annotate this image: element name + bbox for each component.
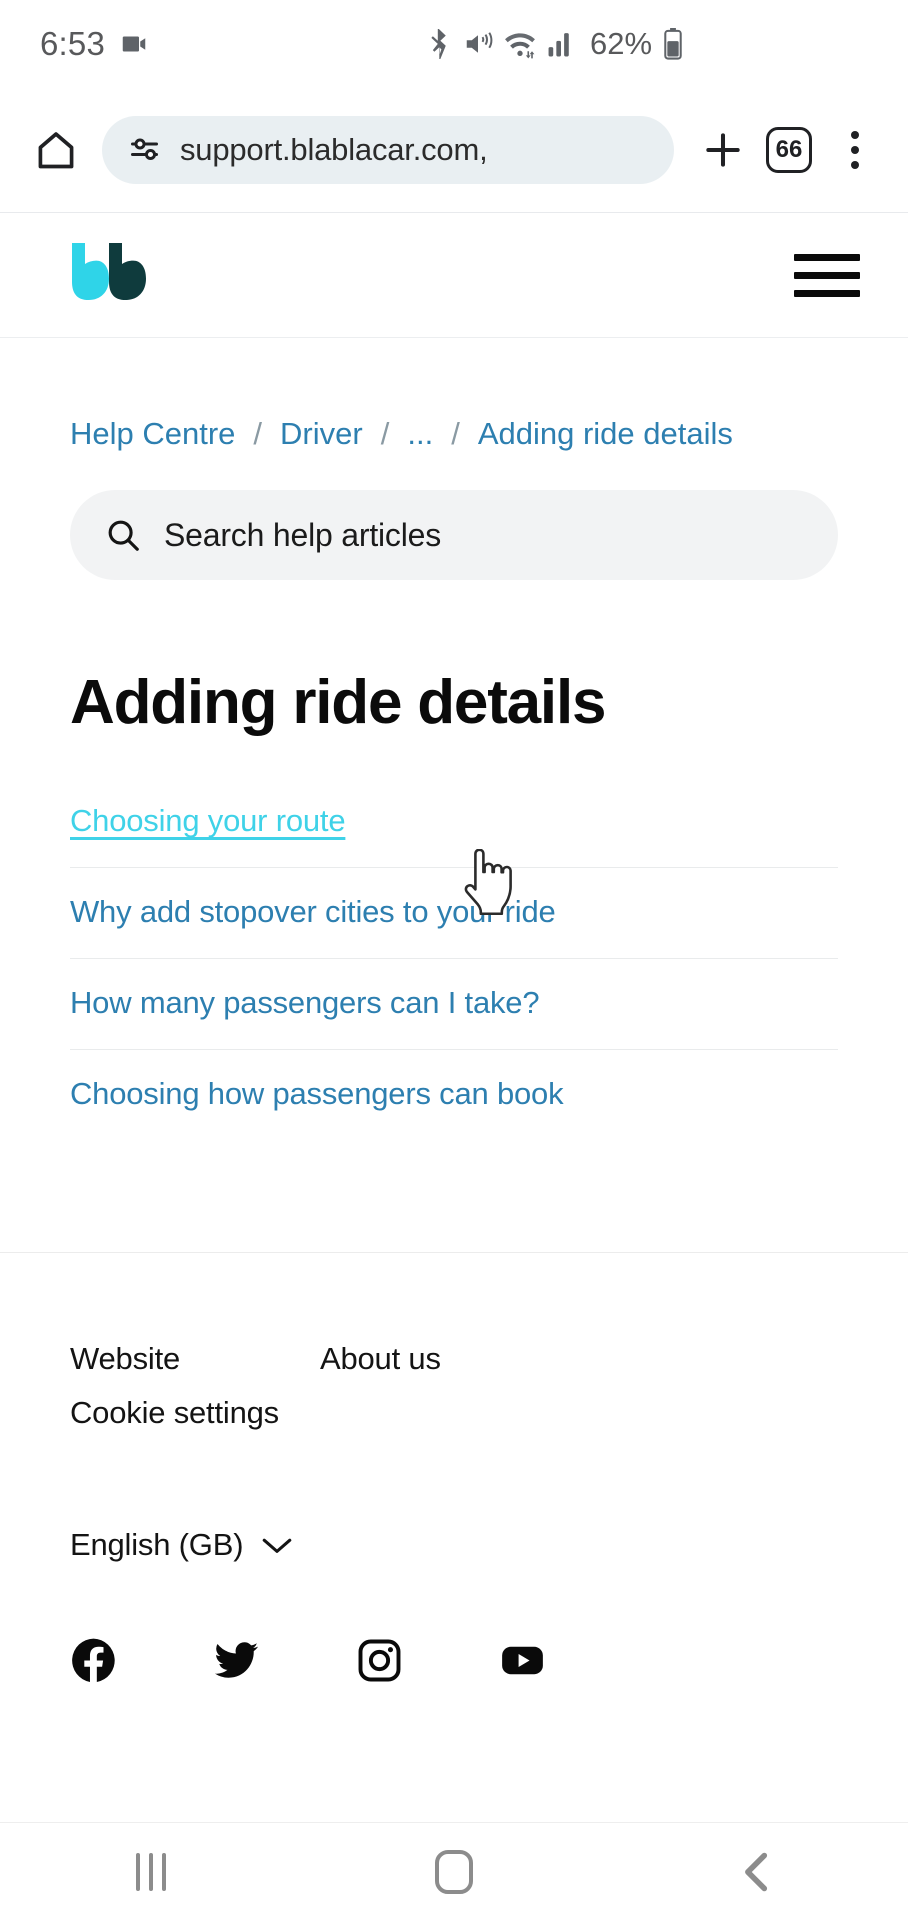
status-bar-right: 62% — [426, 26, 683, 62]
list-item[interactable]: How many passengers can I take? — [70, 959, 838, 1051]
search-section: Search help articles — [0, 452, 908, 580]
breadcrumb-separator: / — [253, 416, 263, 451]
article-link-choosing-your-route[interactable]: Choosing your route — [70, 803, 346, 838]
language-label: English (GB) — [70, 1527, 244, 1563]
page-title: Adding ride details — [70, 668, 606, 737]
footer-links: Website About us Cookie settings — [70, 1341, 630, 1431]
status-bar-clock: 6:53 — [40, 25, 106, 62]
new-tab-icon[interactable] — [692, 119, 754, 181]
home-button[interactable] — [394, 1823, 514, 1920]
home-icon[interactable] — [22, 116, 90, 184]
site-header — [0, 213, 908, 338]
recents-button[interactable] — [91, 1823, 211, 1920]
language-selector[interactable]: English (GB) — [70, 1527, 838, 1563]
search-icon — [104, 516, 142, 554]
article-link-how-passengers-book[interactable]: Choosing how passengers can book — [70, 1076, 564, 1111]
footer-link-website[interactable]: Website — [70, 1341, 320, 1377]
article-link-how-many-passengers[interactable]: How many passengers can I take? — [70, 985, 540, 1020]
battery-percent-label: 62% — [590, 26, 653, 61]
twitter-icon[interactable] — [213, 1637, 356, 1684]
breadcrumb-item-current: Adding ride details — [477, 416, 733, 451]
cellular-signal-icon — [547, 30, 575, 58]
mute-vibrate-icon — [463, 29, 493, 59]
youtube-icon[interactable] — [499, 1637, 642, 1684]
instagram-icon[interactable] — [356, 1637, 499, 1684]
search-input[interactable]: Search help articles — [70, 490, 838, 580]
android-status-bar: 6:53 62% — [0, 0, 908, 88]
site-settings-icon[interactable] — [128, 132, 164, 168]
article-list: Choosing your route Why add stopover cit… — [0, 735, 908, 1140]
page-body: Help Centre / Driver / ... / Adding ride… — [0, 338, 908, 1685]
tab-switcher-button[interactable]: 66 — [758, 119, 820, 181]
url-text: support.blablacar.com, — [180, 132, 488, 167]
bluetooth-icon — [426, 29, 452, 59]
android-nav-bar — [0, 1822, 908, 1920]
browser-toolbar: support.blablacar.com, 66 — [0, 88, 908, 213]
list-item[interactable]: Why add stopover cities to your ride — [70, 868, 838, 960]
blablacar-logo[interactable] — [66, 240, 146, 311]
breadcrumb-item-help-centre[interactable]: Help Centre — [70, 416, 235, 452]
breadcrumb-separator: / — [451, 416, 460, 451]
chevron-down-icon[interactable] — [261, 1535, 293, 1555]
battery-icon — [663, 28, 683, 60]
wifi-icon — [504, 29, 536, 59]
video-recording-icon — [119, 29, 149, 59]
tab-count-label: 66 — [766, 127, 812, 173]
more-options-icon[interactable] — [824, 119, 886, 181]
social-links — [70, 1637, 838, 1684]
site-footer: Website About us Cookie settings English… — [0, 1253, 908, 1685]
footer-link-about-us[interactable]: About us — [320, 1341, 441, 1377]
list-item[interactable]: Choosing how passengers can book — [70, 1050, 838, 1140]
hamburger-menu-icon[interactable] — [794, 246, 860, 305]
url-bar[interactable]: support.blablacar.com, — [102, 116, 674, 184]
footer-link-cookie-settings[interactable]: Cookie settings — [70, 1395, 320, 1431]
list-item[interactable]: Choosing your route — [70, 777, 838, 869]
search-placeholder: Search help articles — [164, 516, 442, 553]
breadcrumb-item-driver[interactable]: Driver — [280, 416, 363, 452]
breadcrumb-item-ellipsis[interactable]: ... — [407, 416, 433, 452]
breadcrumb-separator: / — [380, 416, 390, 451]
facebook-icon[interactable] — [70, 1637, 213, 1684]
breadcrumb: Help Centre / Driver / ... / Adding ride… — [0, 338, 908, 452]
article-link-stopover-cities[interactable]: Why add stopover cities to your ride — [70, 894, 556, 929]
status-bar-left: 6:53 — [40, 25, 149, 63]
back-button[interactable] — [697, 1823, 817, 1920]
